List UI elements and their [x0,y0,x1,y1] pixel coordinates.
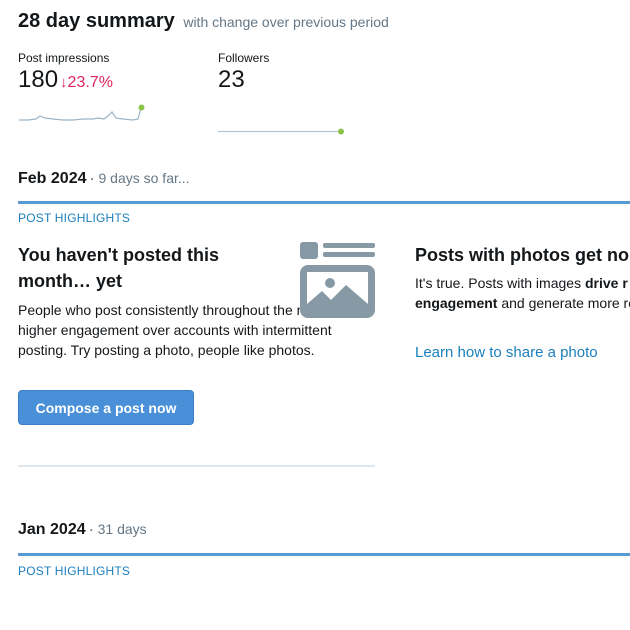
post-highlights-label: POST HIGHLIGHTS [18,564,131,578]
month-separator: · [89,523,94,537]
arrow-down-icon: ↓ [60,74,68,91]
month-header-jan: Jan 2024 · 31 days [18,521,147,539]
icon-sun [325,278,335,288]
followers-label: Followers [218,51,270,65]
month-divider [18,201,630,204]
summary-title: 28 day summary [18,10,175,32]
impressions-sparkline-line [19,107,142,121]
photos-card-body-bold-1: drive r [584,275,628,291]
icon-text-line-2 [323,252,375,257]
photos-card-body-bold-2: engagement [415,295,498,311]
followers-value: 23 [218,66,245,93]
photo-post-icon [300,242,375,318]
followers-sparkline-endpoint [338,128,344,135]
photos-card-body-prefix: It's true. Posts with images [415,275,585,291]
card-divider [18,465,375,467]
icon-text-line-1 [323,243,375,248]
impressions-metric: 180 ↓23.7% [18,66,113,94]
month-separator: · [90,172,95,186]
photos-card-body: It's true. Posts with images drive r eng… [415,273,630,335]
impressions-sparkline [19,104,145,121]
photos-card-title: Posts with photos get no [415,245,629,265]
photos-card-body-suffix: and generate more responses. [501,295,630,311]
compose-post-button[interactable]: Compose a post now [18,390,194,425]
month-title: Feb 2024 [18,170,87,187]
month-title: Jan 2024 [18,521,86,538]
month-subtitle: 31 days [97,521,147,537]
impressions-sparkline-endpoint [138,104,145,111]
photos-card-body-line-2: engagement and generate more responses. [415,293,630,313]
no-posts-card-title: You haven't posted this month… yet [18,245,219,291]
followers-sparkline [218,128,344,135]
month-divider [18,553,630,556]
photos-card-title-wrap: Posts with photos get no [415,242,630,272]
photos-card-body-line-1: It's true. Posts with images drive r [415,273,630,293]
summary-header: 28 day summary with change over previous… [18,10,389,33]
summary-subtitle: with change over previous period [183,14,389,30]
impressions-change-value: 23.7% [67,74,113,91]
icon-avatar-square [300,242,318,259]
month-header-feb: Feb 2024 · 9 days so far... [18,170,190,188]
learn-share-photo-link[interactable]: Learn how to share a photo [415,344,598,361]
month-subtitle: 9 days so far... [98,170,190,186]
impressions-change: ↓23.7% [60,74,113,91]
post-highlights-label: POST HIGHLIGHTS [18,211,131,225]
impressions-label: Post impressions [18,51,110,65]
impressions-value: 180 [18,66,59,93]
